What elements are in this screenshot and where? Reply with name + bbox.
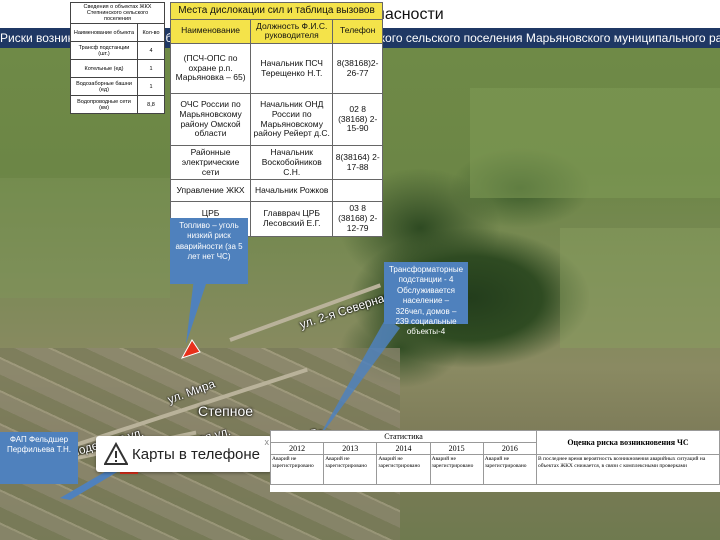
info-row-value: 1: [137, 59, 165, 79]
village-label: Степное: [198, 403, 254, 419]
stat-year: 2016: [482, 442, 538, 455]
callout-pointer: [186, 278, 208, 344]
calls-row-head: Начальник ОНД России по Марьяновскому ра…: [250, 93, 334, 147]
stat-value: Аварий не зарегистрировано: [269, 454, 325, 485]
calls-row-name: ОЧС России по Марьяновскому району Омско…: [169, 93, 252, 147]
calls-row-phone: 8(38168)2-26-77: [332, 43, 383, 95]
risk-assessment-title: Оценка риска возникновения ЧС: [536, 430, 720, 455]
calls-row-head: Начальник ПСЧ Терещенко Н.Т.: [250, 43, 334, 95]
stat-value: Аварий не зарегистрировано: [323, 454, 378, 485]
info-row-value: 8,8: [137, 95, 165, 115]
info-row-value: 1: [137, 77, 165, 97]
stat-value: Аварий не зарегистрировано: [376, 454, 431, 485]
calls-row-head: Начальник Рожков: [250, 179, 334, 203]
calls-col-phone: Телефон: [332, 18, 383, 45]
calls-table-caption: Места дислокации сил и таблица вызовов: [170, 2, 383, 20]
callout-pointer: [316, 318, 400, 442]
calls-row-phone: 8(38164) 2-17-88: [332, 145, 383, 181]
stat-value: Аварий не зарегистрировано: [482, 454, 538, 485]
calls-col-name: Наименование: [169, 18, 252, 45]
calls-row-phone: 03 8 (38168) 2-12-79: [332, 201, 383, 237]
field-area: [0, 178, 170, 298]
stat-year: 2015: [429, 442, 484, 455]
calls-row-phone: [332, 179, 383, 203]
calls-row-name: (ПСЧ-ОПС по охране р.п. Марьяновка – 65): [169, 43, 252, 95]
calls-row-name: Управление ЖКХ: [169, 179, 252, 203]
ad-text: Карты в телефоне: [132, 445, 260, 463]
calls-col-head: Должность Ф.И.С. руководителя: [250, 18, 334, 45]
info-row-name: Водопроводные сети (км): [70, 95, 138, 115]
info-table-header: Сведения о объектах ЖКХ Степнинского сел…: [70, 1, 165, 25]
calls-row-phone: 02 8 (38168) 2-15-90: [332, 93, 383, 147]
statistics-title: Статистика: [270, 430, 537, 443]
stat-year: 2014: [376, 442, 431, 455]
stat-year: 2012: [269, 442, 325, 455]
risk-assessment-text: В последнее время вероятность возникнове…: [536, 454, 720, 485]
field-area: [560, 228, 720, 348]
info-row-value: 4: [137, 41, 165, 61]
stat-value: Аварий не зарегистрировано: [429, 454, 484, 485]
info-row-name: Водозаборные башни (ед): [70, 77, 138, 97]
stat-year: 2013: [323, 442, 378, 455]
info-row-name: Трансф подстанции (шт.): [70, 41, 138, 61]
calls-table: Места дислокации сил и таблица вызовов Н…: [169, 2, 383, 237]
calls-row-name: Районные электрические сети: [169, 145, 252, 181]
statistics-panel: Статистика Оценка риска возникновения ЧС…: [269, 430, 720, 492]
warning-icon: [104, 442, 128, 465]
info-row-name: Котельные (ед): [70, 59, 138, 79]
close-icon[interactable]: x: [265, 437, 270, 447]
objects-info-table: Сведения о объектах ЖКХ Степнинского сел…: [70, 1, 165, 115]
calls-row-head: Начальник Воскобойников С.Н.: [250, 145, 334, 181]
info-col-count: Кол-во: [137, 23, 165, 43]
calls-row-head: Главврач ЦРБ Лесовский Е.Г.: [250, 201, 334, 237]
field-area: [470, 88, 720, 198]
map-ad-banner[interactable]: Карты в телефоне x: [96, 436, 272, 472]
substations-callout: Трансформаторные подстанции - 4 Обслужив…: [384, 262, 468, 336]
fap-callout: ФАП Фельдшер Перфильева Т.Н.: [0, 432, 78, 484]
info-col-name: Наименование объекта: [70, 23, 138, 43]
boiler-callout: Топливо – уголь низкий риск аварийности …: [170, 218, 248, 284]
